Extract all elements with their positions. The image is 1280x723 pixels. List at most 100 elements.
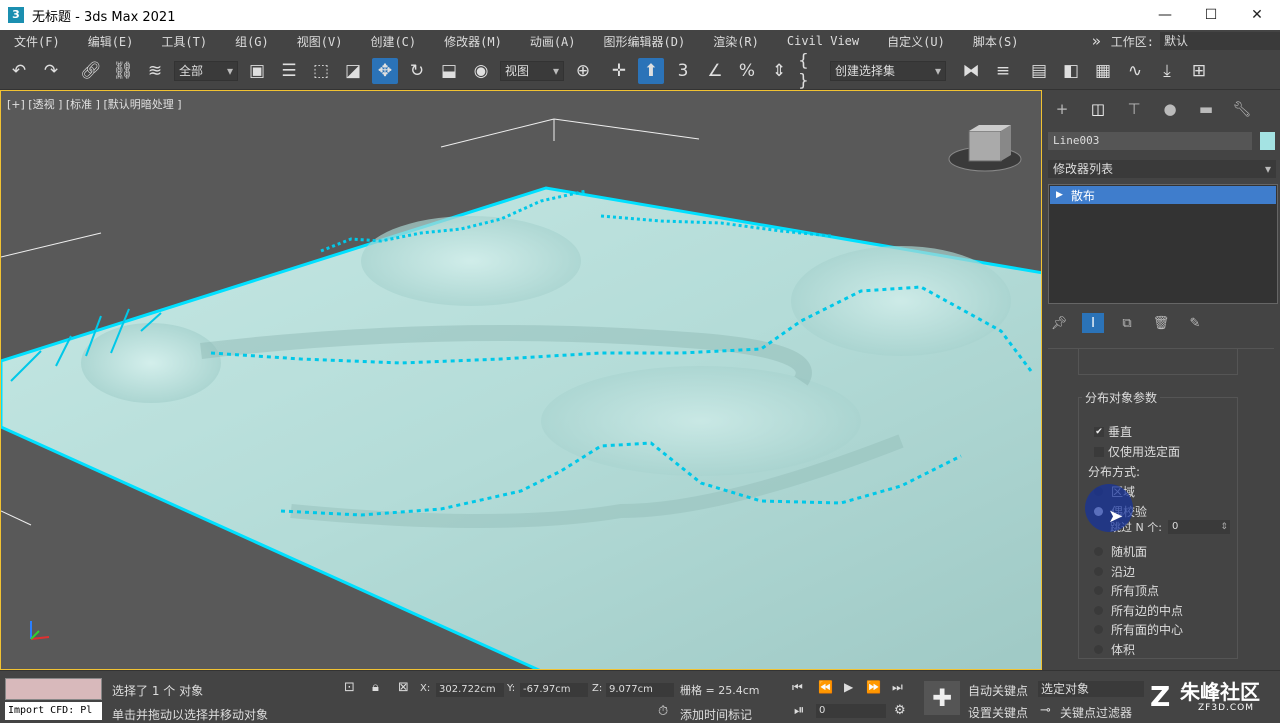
pivot-center-icon[interactable]: ⊕ bbox=[570, 58, 596, 84]
show-end-result-icon[interactable]: Ⅰ bbox=[1082, 313, 1104, 333]
menu-file[interactable]: 文件(F) bbox=[14, 33, 60, 50]
use-selected-faces-checkbox[interactable]: 仅使用选定面 bbox=[1094, 443, 1180, 460]
radio-icon[interactable] bbox=[1094, 567, 1103, 576]
next-frame-icon[interactable]: ⏩ bbox=[866, 680, 881, 694]
modify-tab-icon[interactable]: ◫ bbox=[1082, 97, 1114, 121]
radio-all-edge-midpoints[interactable]: 所有边的中点 bbox=[1094, 602, 1183, 619]
set-key-button[interactable]: 设置关键点 bbox=[968, 704, 1028, 721]
y-coordinate-field[interactable]: -67.97cm bbox=[520, 683, 588, 697]
scene-explorer-icon[interactable]: ▤ bbox=[1026, 58, 1052, 84]
menu-edit[interactable]: 编辑(E) bbox=[88, 33, 134, 50]
modifier-list-dropdown[interactable]: 修改器列表 bbox=[1048, 160, 1276, 178]
radio-icon[interactable] bbox=[1094, 625, 1103, 634]
menu-rendering[interactable]: 渲染(R) bbox=[713, 33, 759, 50]
menu-tools[interactable]: 工具(T) bbox=[161, 33, 207, 50]
previous-frame-icon[interactable]: ⏪ bbox=[818, 680, 833, 694]
selection-lock-icon[interactable]: 🔒︎ bbox=[372, 680, 379, 695]
selected-object-dropdown[interactable]: 选定对象 bbox=[1038, 681, 1144, 697]
align-icon[interactable]: ≡ bbox=[990, 58, 1016, 84]
key-filters-button[interactable]: 关键点过滤器 bbox=[1060, 704, 1132, 721]
key-filters-icon[interactable]: ⊸ bbox=[1040, 703, 1051, 718]
select-and-place-icon[interactable]: ◉ bbox=[468, 58, 494, 84]
utilities-tab-icon[interactable]: 🔧︎ bbox=[1226, 97, 1258, 121]
go-to-end-icon[interactable]: ⏭ bbox=[892, 680, 903, 695]
maximize-icon[interactable]: ☐ bbox=[1188, 0, 1234, 30]
menu-customize[interactable]: 自定义(U) bbox=[887, 33, 945, 50]
remove-modifier-icon[interactable]: 🗑︎ bbox=[1150, 313, 1172, 333]
mirror-icon[interactable]: ⧓ bbox=[958, 58, 984, 84]
maxscript-mini-listener[interactable]: Import CFD: Pl bbox=[5, 702, 102, 720]
angle-snap-icon[interactable]: ∠ bbox=[702, 58, 728, 84]
create-tab-icon[interactable]: + bbox=[1046, 97, 1078, 121]
motion-tab-icon[interactable]: ● bbox=[1154, 97, 1186, 121]
snaps-toggle-icon[interactable]: 3 bbox=[670, 58, 696, 84]
menu-civil-view[interactable]: Civil View bbox=[787, 34, 859, 48]
radio-all-face-centers[interactable]: 所有面的中心 bbox=[1094, 621, 1183, 638]
radio-along-edges[interactable]: 沿边 bbox=[1094, 563, 1135, 580]
set-key-icon[interactable]: ✚ bbox=[924, 681, 960, 715]
minimize-icon[interactable]: — bbox=[1142, 0, 1188, 30]
menu-animation[interactable]: 动画(A) bbox=[530, 33, 576, 50]
time-tag-icon[interactable]: ⏱ bbox=[658, 704, 668, 719]
skip-n-spinner[interactable]: 0 bbox=[1167, 520, 1230, 534]
close-icon[interactable]: ✕ bbox=[1234, 0, 1280, 30]
spinner-snap-icon[interactable]: ⇕ bbox=[766, 58, 792, 84]
perspective-viewport[interactable]: [+] [透视 ] [标准 ] [默认明暗处理 ] bbox=[0, 90, 1042, 670]
named-selection-dropdown[interactable]: 创建选择集 bbox=[830, 60, 946, 81]
reference-coordinate-dropdown[interactable]: 视图 bbox=[500, 60, 564, 81]
material-editor-icon[interactable]: ⊞ bbox=[1186, 58, 1212, 84]
isolate-selection-icon[interactable]: ⊡ bbox=[344, 680, 355, 695]
select-manipulate-icon[interactable]: ✛ bbox=[606, 58, 632, 84]
maxscript-listener-swatch[interactable] bbox=[5, 678, 102, 700]
object-color-swatch[interactable] bbox=[1260, 132, 1275, 150]
display-tab-icon[interactable]: ▬ bbox=[1190, 97, 1222, 121]
play-icon[interactable]: ▶ bbox=[844, 680, 853, 694]
checkbox-icon[interactable] bbox=[1094, 446, 1104, 457]
menu-views[interactable]: 视图(V) bbox=[297, 33, 343, 50]
bind-space-warp-icon[interactable]: ≋ bbox=[142, 58, 168, 84]
menu-group[interactable]: 组(G) bbox=[235, 33, 269, 50]
previous-parameter-field[interactable] bbox=[1078, 349, 1238, 375]
pin-stack-icon[interactable]: 📌︎ bbox=[1048, 313, 1070, 333]
unlink-icon[interactable]: ⛓ bbox=[110, 58, 136, 84]
select-by-name-icon[interactable]: ☰ bbox=[276, 58, 302, 84]
object-name-field[interactable]: Line003 bbox=[1048, 132, 1252, 150]
radio-all-vertices[interactable]: 所有顶点 bbox=[1094, 582, 1159, 599]
auto-key-button[interactable]: 自动关键点 bbox=[968, 682, 1028, 699]
radio-random-faces[interactable]: 随机面 bbox=[1094, 543, 1147, 560]
edit-named-selection-icon[interactable]: { } bbox=[798, 51, 824, 91]
viewport-label[interactable]: [+] [透视 ] [标准 ] [默认明暗处理 ] bbox=[7, 96, 182, 112]
radio-volume[interactable]: 体积 bbox=[1094, 641, 1135, 658]
layer-explorer-icon[interactable]: ◧ bbox=[1058, 58, 1084, 84]
add-time-tag[interactable]: 添加时间标记 bbox=[680, 706, 752, 723]
radio-icon[interactable] bbox=[1094, 547, 1103, 556]
select-and-scale-icon[interactable]: ⬓ bbox=[436, 58, 462, 84]
key-mode-icon[interactable]: ⏯ bbox=[794, 703, 804, 718]
menu-graph-editors[interactable]: 图形编辑器(D) bbox=[604, 33, 686, 50]
configure-modifier-sets-icon[interactable]: ✎ bbox=[1184, 313, 1206, 333]
go-to-start-icon[interactable]: ⏮ bbox=[792, 680, 803, 695]
menu-scripting[interactable]: 脚本(S) bbox=[973, 33, 1019, 50]
workspace-select[interactable]: 默认 bbox=[1160, 32, 1280, 50]
perpendicular-checkbox[interactable]: ✔ 垂直 bbox=[1094, 423, 1132, 440]
percent-snap-icon[interactable]: % bbox=[734, 58, 760, 84]
select-and-move-icon[interactable]: ✥ bbox=[372, 57, 398, 84]
make-unique-icon[interactable]: ⧉ bbox=[1116, 313, 1138, 333]
select-object-icon[interactable]: ▣ bbox=[244, 58, 270, 84]
absolute-mode-icon[interactable]: ⊠ bbox=[398, 680, 409, 695]
selection-filter-dropdown[interactable]: 全部 bbox=[174, 60, 238, 81]
redo-icon[interactable]: ↷ bbox=[38, 58, 64, 84]
select-and-rotate-icon[interactable]: ↻ bbox=[404, 58, 430, 84]
rectangular-selection-icon[interactable]: ⬚ bbox=[308, 58, 334, 84]
menu-modifiers[interactable]: 修改器(M) bbox=[444, 33, 502, 50]
menu-create[interactable]: 创建(C) bbox=[370, 33, 416, 50]
toggle-ribbon-icon[interactable]: ▦ bbox=[1090, 58, 1116, 84]
window-crossing-icon[interactable]: ◪ bbox=[340, 58, 366, 84]
schematic-view-icon[interactable]: ⤓ bbox=[1154, 58, 1180, 84]
stack-item-scatter[interactable]: ▶ 散布 bbox=[1050, 186, 1276, 204]
expand-arrow-icon[interactable]: ▶ bbox=[1056, 190, 1063, 200]
z-coordinate-field[interactable]: 9.077cm bbox=[606, 683, 674, 697]
hierarchy-tab-icon[interactable]: ⊤ bbox=[1118, 97, 1150, 121]
undo-icon[interactable]: ↶ bbox=[6, 58, 32, 84]
link-icon[interactable]: 🔗︎ bbox=[78, 58, 104, 84]
